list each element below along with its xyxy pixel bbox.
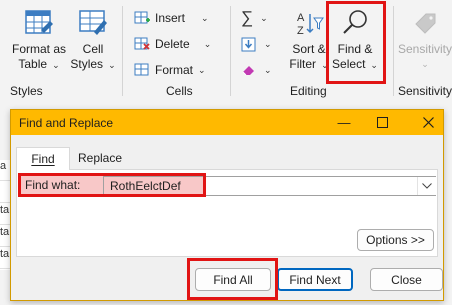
chevron-down-icon: ⌄: [260, 12, 268, 23]
chevron-down-icon: ⌄: [52, 60, 60, 70]
sensitivity-button[interactable]: Sensitivity ⌄: [396, 6, 452, 72]
format-button[interactable]: Format ⌄: [134, 60, 206, 80]
sensitivity-group-label: Sensitivity: [398, 84, 452, 98]
format-as-table-label2: Table: [18, 57, 48, 71]
delete-button[interactable]: Delete ⌄: [134, 34, 211, 54]
fill-down-icon: [241, 37, 256, 51]
tab-replace-label: Replace: [77, 151, 123, 165]
insert-label: Insert: [155, 11, 186, 25]
tab-find[interactable]: Find: [16, 147, 70, 170]
clear-button[interactable]: ⌄: [241, 60, 272, 80]
sort-filter-label2: Filter: [289, 57, 317, 71]
maximize-button[interactable]: [367, 110, 397, 135]
find-what-input-blank: [205, 177, 436, 195]
group-divider: [230, 6, 231, 96]
chevron-down-icon: ⌄: [421, 59, 429, 69]
options-label: Options >>: [366, 233, 425, 247]
sort-filter-icon: A Z: [293, 6, 325, 40]
editing-group-label: Editing: [290, 84, 327, 98]
find-next-label: Find Next: [289, 272, 341, 287]
svg-text:A: A: [297, 12, 305, 24]
minimize-button[interactable]: —: [329, 110, 359, 135]
cells-group-label: Cells: [166, 84, 193, 98]
options-button[interactable]: Options >>: [357, 229, 434, 251]
chevron-down-icon: ⌄: [198, 64, 206, 75]
sensitivity-icon: [409, 6, 441, 40]
close-window-button[interactable]: [413, 110, 443, 135]
find-select-highlight: [326, 1, 386, 84]
chevron-down-icon: [421, 183, 432, 189]
svg-text:Z: Z: [297, 25, 304, 37]
insert-button[interactable]: Insert ⌄: [134, 8, 209, 28]
group-divider: [393, 6, 394, 96]
close-label: Close: [391, 272, 422, 287]
chevron-down-icon: ⌄: [108, 60, 116, 70]
dialog-titlebar[interactable]: Find and Replace —: [11, 110, 443, 135]
cell-styles-label1: Cell: [82, 42, 104, 56]
delete-cells-icon: [134, 37, 150, 50]
sensitivity-label: Sensitivity: [397, 42, 452, 56]
dialog-title: Find and Replace: [19, 115, 114, 130]
sort-filter-label1: Sort &: [292, 42, 326, 56]
close-icon: [422, 117, 434, 128]
cell-styles-icon: [77, 6, 109, 40]
cell-styles-label2: Styles: [70, 57, 104, 71]
eraser-icon: [242, 66, 254, 76]
tab-replace[interactable]: Replace: [71, 147, 129, 169]
chevron-down-icon: ⌄: [203, 38, 212, 49]
delete-label: Delete: [155, 37, 190, 51]
tab-find-label: Find: [31, 152, 55, 166]
group-divider: [122, 6, 123, 96]
maximize-icon: [376, 117, 388, 128]
format-as-table-label1: Format as: [11, 42, 66, 56]
format-as-table-button[interactable]: Format as Table ⌄: [8, 6, 70, 73]
format-cells-icon: [134, 63, 149, 76]
chevron-down-icon: ⌄: [264, 64, 272, 75]
minimize-icon: —: [337, 115, 351, 130]
autosum-button[interactable]: ∑ ⌄: [241, 8, 268, 28]
styles-group-label: Styles: [10, 84, 43, 98]
format-label: Format: [155, 63, 194, 77]
insert-cells-icon: [134, 11, 150, 24]
fill-button[interactable]: ⌄: [241, 34, 272, 54]
find-next-button[interactable]: Find Next: [277, 268, 353, 291]
sigma-icon: ∑: [241, 8, 254, 27]
find-what-highlight-box: [18, 173, 206, 197]
find-all-highlight-box: [187, 258, 278, 300]
find-what-dropdown[interactable]: [417, 177, 435, 195]
chevron-down-icon: ⌄: [201, 12, 209, 23]
chevron-down-icon: ⌄: [264, 38, 272, 49]
close-button[interactable]: Close: [370, 268, 443, 291]
cell-styles-button[interactable]: Cell Styles ⌄: [70, 6, 116, 73]
format-as-table-icon: [23, 6, 55, 40]
